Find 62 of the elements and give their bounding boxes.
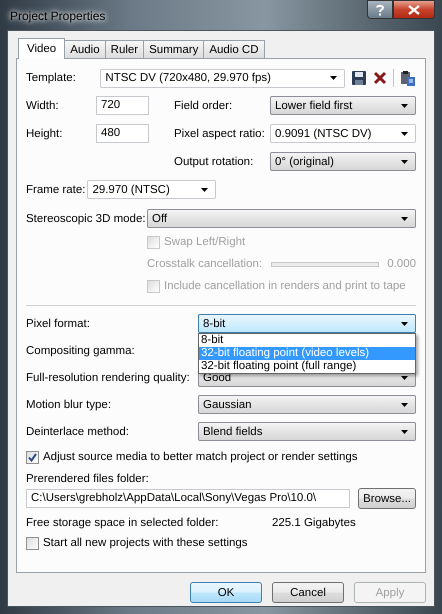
dialog-button[interactable]: OK [190,582,262,603]
dropdown[interactable]: NTSC DV (720x480, 29.970 fps) [100,68,346,88]
input-field[interactable]: 720 [96,96,149,115]
caret-icon [401,132,408,136]
caret-icon [401,160,408,164]
close-icon [408,4,420,14]
dialog-button[interactable]: Cancel [272,582,344,603]
field-label: Pixel aspect ratio: [173,128,266,140]
storage-value: 225.1 Gigabytes [272,517,356,529]
slider-label: Crosstalk cancellation: [147,258,264,270]
field-label: Full-resolution rendering quality: [26,372,191,384]
field-label: Height: [26,128,64,140]
field-label: Output rotation: [173,156,254,168]
dropdown[interactable]: 29.970 (NTSC) [87,180,216,199]
close-button[interactable] [393,0,435,19]
checkbox[interactable] [26,450,39,464]
dropdown[interactable]: Gaussian [198,395,416,414]
slider-value: 0.000 [387,258,416,270]
dropdown[interactable]: Blend fields [198,422,416,441]
tab[interactable]: Video [18,38,66,59]
browse-button[interactable]: Browse... [358,488,416,509]
caret-icon [401,402,408,406]
checkbox[interactable] [26,536,39,550]
help-icon [375,4,385,16]
field-label: Pixel format: [26,318,91,330]
tab[interactable]: Summary [143,40,204,58]
field-label: Field order: [173,100,234,112]
field-label: Stereoscopic 3D mode: [26,212,147,224]
field-label: Deinterlace method: [26,426,130,438]
window-title: Project Properties [9,9,106,23]
field-label: Template: [26,72,77,84]
tab[interactable]: Audio [64,40,106,58]
dropdown[interactable]: 0° (original) [270,152,416,171]
field-label: Compositing gamma: [26,344,136,356]
help-button[interactable] [367,0,393,19]
caret-icon [401,104,408,108]
dropdown-option[interactable]: 8-bit [199,334,415,347]
input-field[interactable]: C:\Users\grebholz\AppData\Local\Sony\Vegas Pro\10.0\ [26,489,350,508]
tab[interactable]: Audio CD [203,40,265,58]
delete-icon[interactable] [373,71,388,85]
checkbox-label: Include cancellation in renders and print to tape [164,280,406,292]
checkbox-label: Swap Left/Right [164,236,246,248]
checkbox-label: Adjust source media to better match project or render settings [43,451,358,463]
caret-icon [401,430,408,434]
paste-icon[interactable] [400,70,416,86]
dropdown[interactable]: 8-bit [198,314,416,333]
field-label: Free storage space in selected folder: [26,517,220,529]
caret-icon [330,76,338,80]
field-label: Motion blur type: [26,398,112,410]
dropdown[interactable]: Lower field first [270,96,416,115]
checkbox-label: Start all new projects with these settings [43,537,248,549]
field-label: Prerendered files folder: [26,473,150,485]
save-icon[interactable] [351,70,368,86]
field-label: Frame rate: [26,184,86,196]
caret-icon [401,216,408,220]
input-field[interactable]: 480 [96,124,149,143]
field-label: Width: [26,100,60,112]
caret-icon [401,322,408,326]
tab[interactable]: Ruler [104,40,144,58]
dropdown[interactable]: 0.9091 (NTSC DV) [270,124,416,143]
caret-icon [201,188,208,192]
dropdown[interactable]: Off [147,209,416,228]
